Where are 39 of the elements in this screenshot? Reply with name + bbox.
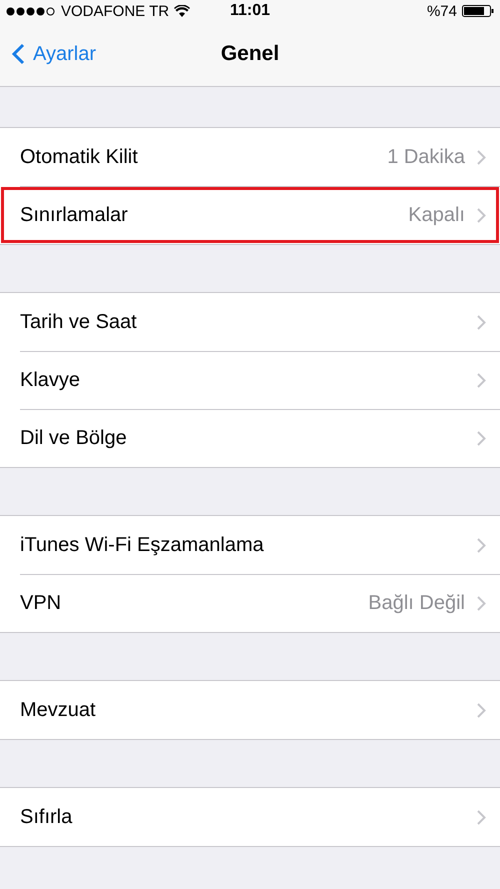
row-label: Sıfırla <box>20 806 74 828</box>
settings-row[interactable]: Tarih ve Saat <box>0 293 500 351</box>
nav-title: Genel <box>220 42 280 66</box>
back-button[interactable]: Ayarlar <box>0 42 96 66</box>
carrier-name: VODAFONE TR <box>61 2 170 20</box>
chevron-right-icon <box>477 314 486 330</box>
row-label: Tarih ve Saat <box>20 310 138 334</box>
chevron-right-icon <box>477 150 486 164</box>
chevron-right-icon <box>477 430 486 446</box>
row-value: Bağlı Değil <box>368 592 465 614</box>
row-label: VPN <box>20 592 62 614</box>
chevron-right-icon <box>477 538 486 552</box>
status-time: 11:01 <box>230 2 270 20</box>
settings-row[interactable]: Dil ve Bölge <box>0 409 500 467</box>
signal-icon <box>6 6 56 16</box>
row-label: Sınırlamalar <box>20 204 129 226</box>
settings-row[interactable]: Mevzuat <box>0 681 500 739</box>
chevron-left-icon <box>12 43 25 65</box>
settings-row[interactable]: Sınırlamalar Kapalı <box>0 186 500 244</box>
row-value: Kapalı <box>408 204 465 226</box>
row-value: 1 Dakika <box>387 146 465 168</box>
chevron-right-icon <box>477 596 486 610</box>
chevron-right-icon <box>477 702 486 718</box>
settings-row[interactable]: VPN Bağlı Değil <box>0 574 500 632</box>
row-label: Klavye <box>20 368 82 392</box>
settings-row[interactable]: iTunes Wi-Fi Eşzamanlama <box>0 516 500 574</box>
settings-row[interactable]: Klavye <box>0 351 500 409</box>
row-label: iTunes Wi-Fi Eşzamanlama <box>20 534 265 556</box>
chevron-right-icon <box>477 372 486 388</box>
wifi-icon <box>174 5 190 17</box>
chevron-right-icon <box>477 810 486 824</box>
battery-percent: %74 <box>426 2 457 20</box>
row-label: Otomatik Kilit <box>20 146 139 168</box>
settings-row[interactable]: Sıfırla <box>0 788 500 846</box>
row-label: Mevzuat <box>20 698 97 722</box>
settings-row[interactable]: Otomatik Kilit 1 Dakika <box>0 128 500 186</box>
chevron-right-icon <box>477 208 486 222</box>
row-label: Dil ve Bölge <box>20 426 128 450</box>
battery-icon <box>462 5 494 17</box>
